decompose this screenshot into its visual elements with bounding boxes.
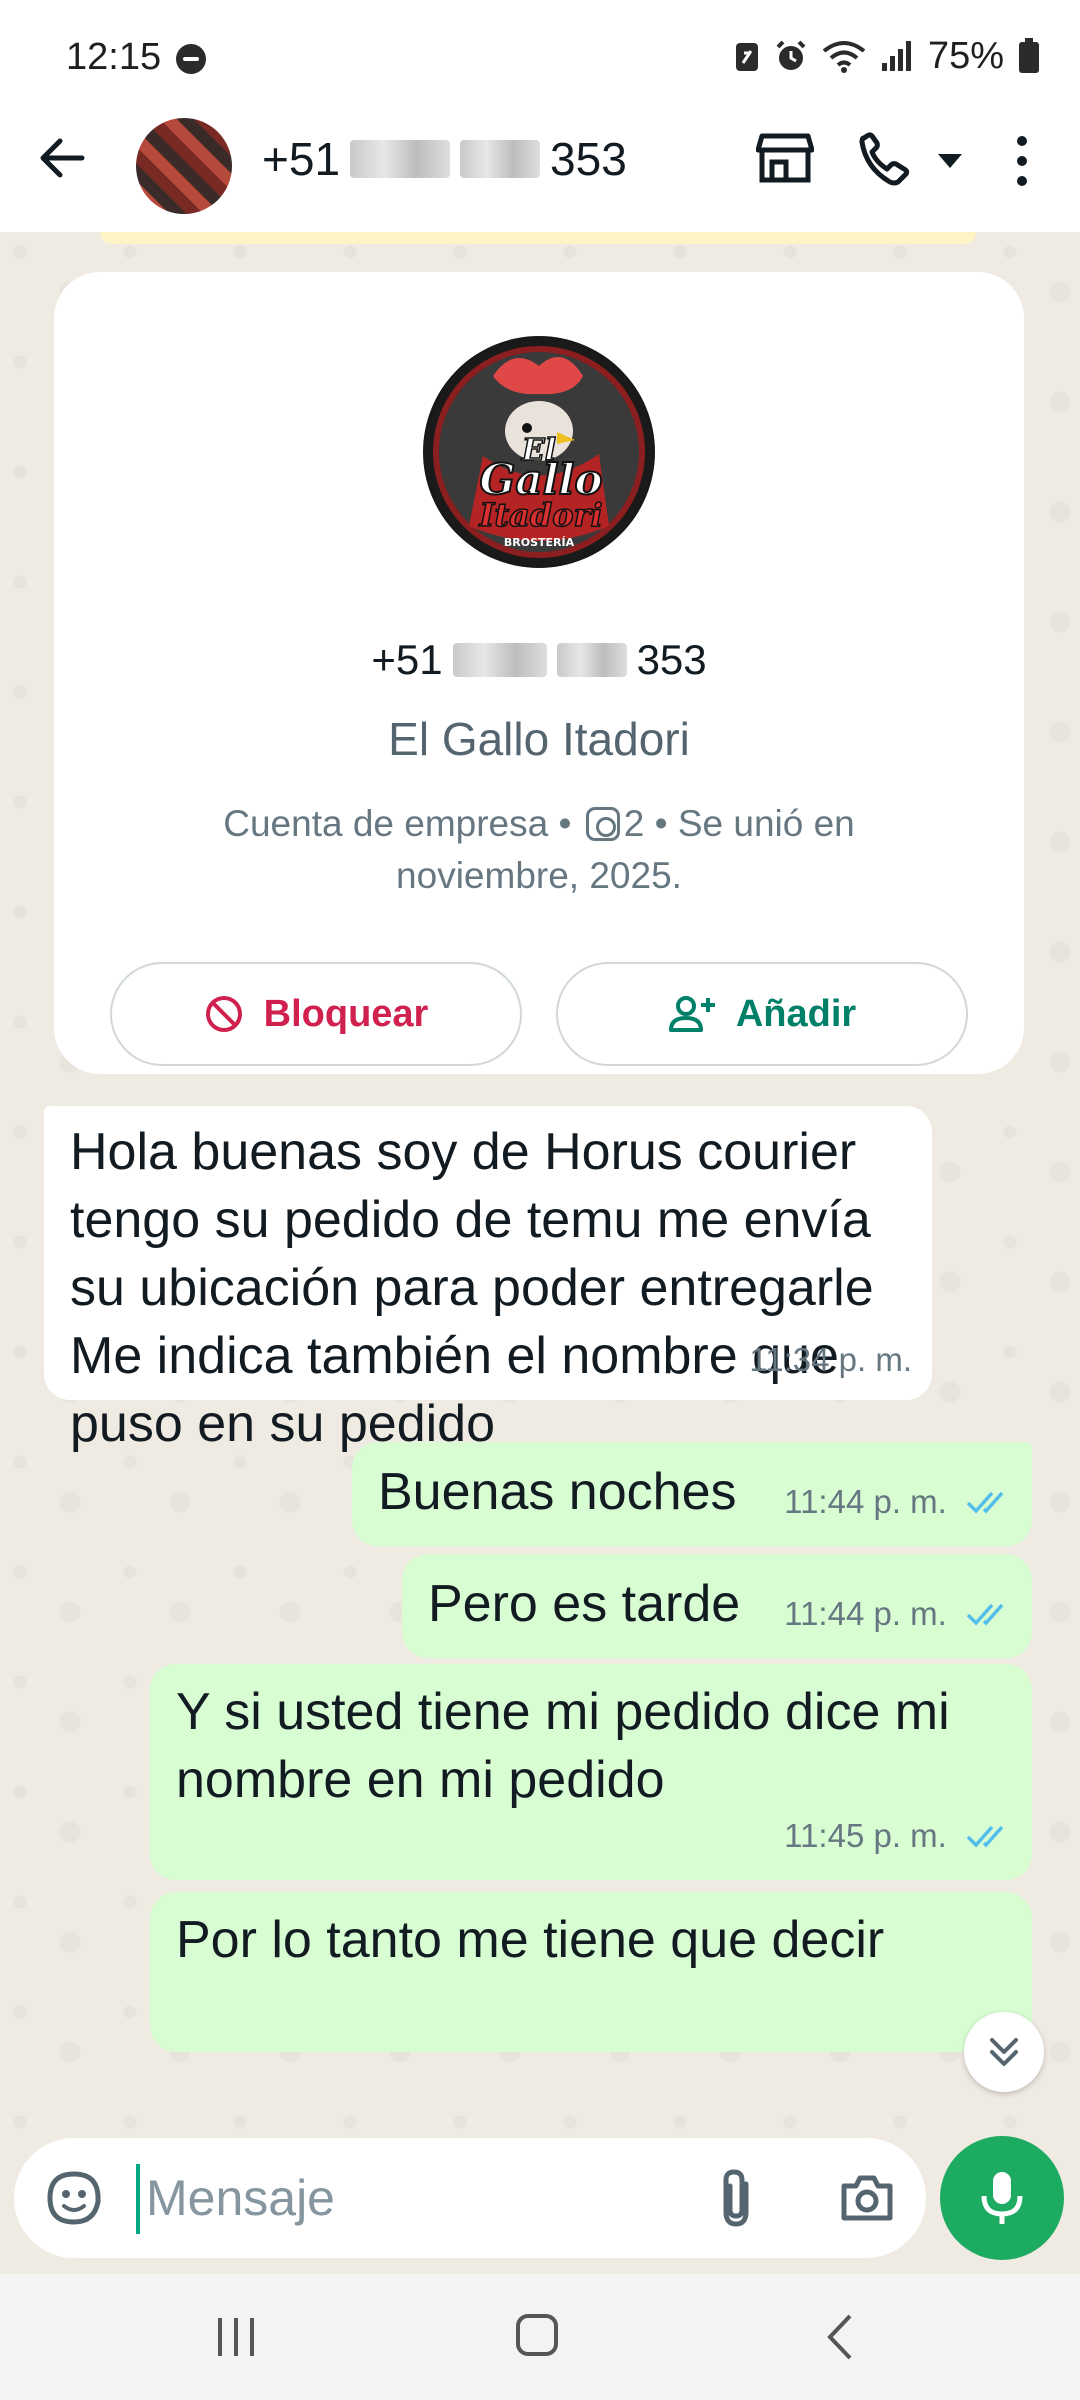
- message-outgoing[interactable]: Por lo tanto me tiene que decir: [150, 1892, 1032, 2052]
- battery-percent: 75%: [927, 34, 1004, 77]
- status-icons: 75%: [734, 34, 1040, 78]
- rooster-logo-icon: El Gallo Itadori BROSTERÍA: [425, 338, 653, 566]
- block-button[interactable]: Bloquear: [110, 962, 522, 1066]
- scroll-to-bottom-button[interactable]: [964, 2012, 1044, 2092]
- composer-bar: [0, 2136, 1080, 2274]
- message-text: Por lo tanto me tiene que decir: [176, 1911, 885, 1969]
- add-label: Añadir: [735, 992, 857, 1035]
- sticker-emoji-icon[interactable]: [44, 2168, 104, 2228]
- add-person-icon: [668, 996, 715, 1032]
- message-text: Y si usted tiene mi pedido dice mi nombr…: [176, 1683, 950, 1809]
- read-ticks-icon: [966, 1825, 1004, 1848]
- home-icon[interactable]: [516, 2314, 558, 2356]
- message-time: 11:34 p. m.: [749, 1341, 912, 1378]
- wifi-icon: [822, 41, 866, 73]
- message-outgoing[interactable]: Buenas noches 11:44 p. m.: [352, 1442, 1032, 1546]
- redacted-digits: [452, 643, 547, 677]
- logo-text-bottom: Itadori: [478, 496, 602, 534]
- contact-number-prefix: +51: [262, 133, 341, 185]
- attach-clip-icon[interactable]: [712, 2166, 762, 2230]
- alarm-icon: [776, 40, 806, 70]
- read-ticks-icon: [966, 1603, 1004, 1626]
- business-phone: +51 353: [54, 636, 1024, 684]
- message-text: Hola buenas soy de Horus courier tengo s…: [70, 1123, 874, 1453]
- message-meta: 11:44 p. m.: [784, 1580, 1012, 1648]
- message-outgoing[interactable]: Pero es tarde 11:44 p. m.: [402, 1554, 1032, 1658]
- logo-tagline: BROSTERÍA: [504, 536, 575, 549]
- instagram-count: 2: [623, 803, 645, 844]
- do-not-disturb-icon: [176, 44, 206, 74]
- dropdown-caret-icon[interactable]: [938, 154, 962, 168]
- business-meta: Cuenta de empresa • 2 • Se unió en novie…: [174, 798, 904, 902]
- message-time: 11:44 p. m.: [784, 1483, 947, 1520]
- microphone-icon: [981, 2172, 1023, 2224]
- text-cursor: [136, 2164, 140, 2234]
- message-time: 11:45 p. m.: [784, 1817, 947, 1854]
- add-contact-button[interactable]: Añadir: [556, 962, 968, 1066]
- message-outgoing[interactable]: Y si usted tiene mi pedido dice mi nombr…: [150, 1664, 1032, 1880]
- block-label: Bloquear: [263, 992, 429, 1035]
- more-vert-icon[interactable]: [1012, 134, 1032, 188]
- block-icon: [205, 996, 242, 1032]
- business-name: El Gallo Itadori: [388, 713, 690, 765]
- message-text: Buenas noches: [378, 1463, 737, 1521]
- business-logo[interactable]: El Gallo Itadori BROSTERÍA: [423, 336, 655, 568]
- contact-number-suffix: 353: [550, 133, 627, 185]
- message-meta: 11:44 p. m.: [784, 1468, 1012, 1536]
- business-phone-suffix: 353: [636, 636, 707, 683]
- battery-icon: [1019, 38, 1039, 73]
- message-input-box[interactable]: [14, 2138, 926, 2258]
- signal-icon: [881, 41, 911, 71]
- system-navigation-bar: [0, 2274, 1080, 2400]
- business-phone-prefix: +51: [371, 636, 443, 683]
- redacted-digits: [350, 140, 451, 178]
- status-time: 12:15: [66, 36, 162, 78]
- instagram-icon: [585, 807, 620, 841]
- business-info-card: El Gallo Itadori BROSTERÍA +51 353 El Ga…: [54, 272, 1024, 1074]
- encryption-notice-edge: [100, 232, 976, 244]
- message-time: 11:44 p. m.: [784, 1595, 947, 1632]
- store-icon[interactable]: [756, 132, 814, 184]
- recent-apps-icon[interactable]: [212, 2314, 260, 2360]
- avatar[interactable]: [136, 118, 232, 214]
- phone-call-icon[interactable]: [856, 132, 916, 188]
- back-arrow-icon[interactable]: [34, 130, 90, 186]
- status-bar: 12:15 75%: [0, 0, 1080, 118]
- account-type: Cuenta de empresa •: [223, 803, 572, 844]
- redacted-digits: [460, 140, 541, 178]
- contact-title[interactable]: +51 353: [262, 132, 627, 186]
- message-text: Pero es tarde: [428, 1575, 741, 1633]
- double-chevron-down-icon: [990, 2038, 1018, 2066]
- chat-area[interactable]: El Gallo Itadori BROSTERÍA +51 353 El Ga…: [0, 232, 1080, 2138]
- voice-message-button[interactable]: [940, 2136, 1064, 2260]
- message-input[interactable]: [144, 2158, 704, 2238]
- message-incoming[interactable]: Hola buenas soy de Horus courier tengo s…: [44, 1106, 932, 1453]
- read-ticks-icon: [966, 1491, 1004, 1514]
- redacted-digits: [556, 643, 627, 677]
- nav-back-icon[interactable]: [820, 2312, 860, 2362]
- camera-icon[interactable]: [838, 2170, 896, 2224]
- message-meta: 11:45 p. m.: [784, 1802, 1012, 1870]
- battery-saver-icon: [735, 43, 758, 71]
